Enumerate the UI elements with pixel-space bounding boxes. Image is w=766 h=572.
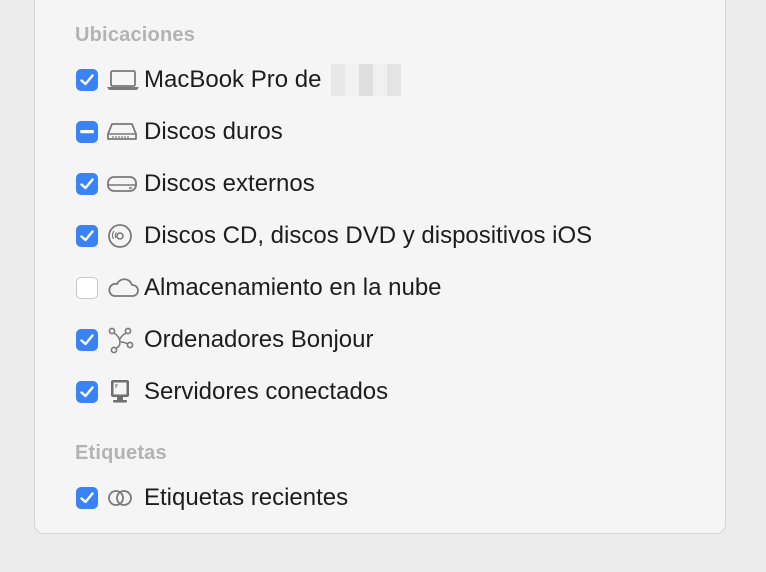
hard-drive-icon: [106, 118, 140, 146]
row-cloud-storage: Almacenamiento en la nube: [76, 274, 442, 302]
laptop-icon: [106, 66, 140, 94]
label-hard-drives: Discos duros: [144, 118, 283, 145]
row-cd-dvd-ios: Discos CD, discos DVD y dispositivos iOS: [76, 222, 592, 250]
checkbox-bonjour[interactable]: [76, 329, 98, 351]
row-hard-drives: Discos duros: [76, 118, 283, 146]
server-icon: [106, 378, 140, 406]
label-external-disks: Discos externos: [144, 170, 315, 197]
checkbox-connected-servers[interactable]: [76, 381, 98, 403]
checkbox-recent-tags[interactable]: [76, 487, 98, 509]
checkbox-macbook-pro[interactable]: [76, 69, 98, 91]
cd-dvd-icon: [106, 222, 140, 250]
row-external-disks: Discos externos: [76, 170, 315, 198]
label-macbook-pro: MacBook Pro de: [144, 66, 322, 93]
checkbox-hard-drives[interactable]: [76, 121, 98, 143]
tags-icon: [106, 484, 140, 512]
row-recent-tags: Etiquetas recientes: [76, 484, 348, 512]
label-cd-dvd-ios: Discos CD, discos DVD y dispositivos iOS: [144, 222, 593, 249]
bonjour-icon: [106, 326, 140, 354]
row-macbook-pro: MacBook Pro de: [76, 64, 402, 96]
external-disk-icon: [106, 170, 140, 198]
checkbox-external-disks[interactable]: [76, 173, 98, 195]
section-header-tags: Etiquetas: [75, 442, 167, 464]
row-bonjour: Ordenadores Bonjour: [76, 326, 373, 354]
label-bonjour: Ordenadores Bonjour: [144, 326, 374, 353]
redacted-username: [331, 64, 402, 96]
checkbox-cd-dvd-ios[interactable]: [76, 225, 98, 247]
label-cloud-storage: Almacenamiento en la nube: [144, 274, 442, 301]
section-header-locations: Ubicaciones: [75, 24, 196, 46]
label-recent-tags: Etiquetas recientes: [144, 484, 349, 511]
row-connected-servers: Servidores conectados: [76, 378, 388, 406]
checkbox-cloud-storage[interactable]: [76, 277, 98, 299]
cloud-icon: [106, 274, 140, 302]
label-connected-servers: Servidores conectados: [144, 378, 389, 405]
